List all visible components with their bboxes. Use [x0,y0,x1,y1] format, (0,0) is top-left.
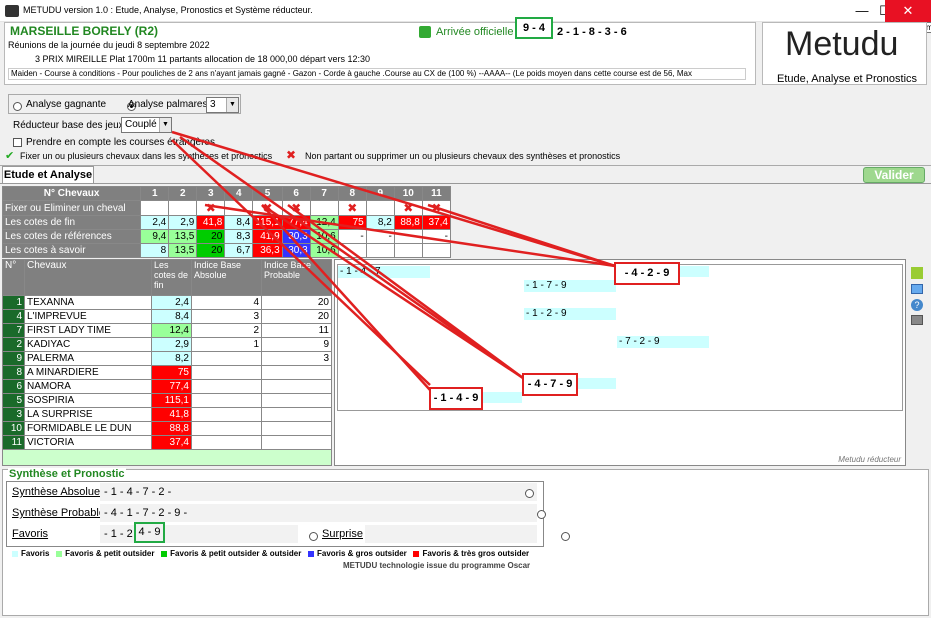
callout-box: - 1 - 4 - 9 [429,387,483,410]
callout-box: - 4 - 7 - 9 [522,373,578,396]
annotation-lines [171,130,616,391]
callout-box: - 4 - 2 - 9 [614,262,680,285]
